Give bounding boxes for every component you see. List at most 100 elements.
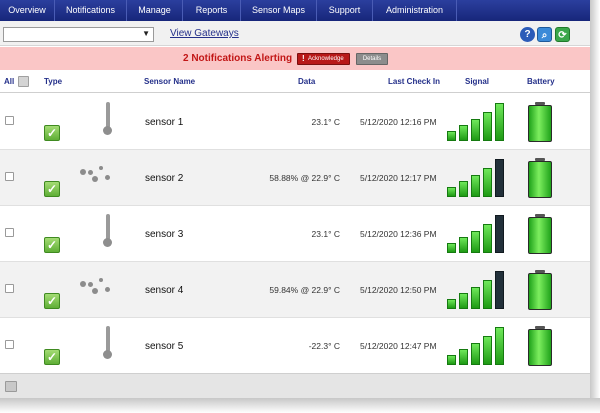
signal-bar bbox=[483, 280, 492, 309]
battery-icon bbox=[528, 158, 552, 198]
sensor-name[interactable]: sensor 4 bbox=[145, 285, 183, 296]
signal-bar bbox=[495, 327, 504, 365]
signal-bar bbox=[459, 349, 468, 365]
page-shadow-right bbox=[590, 0, 600, 413]
signal-bar bbox=[459, 237, 468, 253]
signal-strength-icon bbox=[447, 101, 507, 141]
row-checkbox[interactable] bbox=[5, 116, 14, 125]
row-checkbox[interactable] bbox=[5, 172, 14, 181]
thermometer-icon bbox=[102, 214, 114, 248]
checkmark-icon: ✓ bbox=[44, 125, 60, 141]
sensor-data: 59.84% @ 22.9° C bbox=[269, 285, 340, 295]
last-check-in: 5/12/2020 12:36 PM bbox=[360, 229, 437, 239]
sensor-name[interactable]: sensor 5 bbox=[145, 341, 183, 352]
signal-bar bbox=[483, 168, 492, 197]
signal-bar bbox=[447, 187, 456, 197]
table-header: All Type Sensor Name Data Last Check In … bbox=[0, 71, 590, 93]
help-icon[interactable]: ? bbox=[520, 27, 535, 42]
signal-bar bbox=[471, 231, 480, 253]
alert-bar: 2 Notifications Alerting bbox=[0, 47, 590, 70]
battery-icon bbox=[528, 270, 552, 310]
exclamation-icon: ! bbox=[302, 54, 305, 63]
nav-reports[interactable]: Reports bbox=[183, 0, 241, 21]
signal-strength-icon bbox=[447, 269, 507, 309]
signal-bar bbox=[447, 131, 456, 141]
signal-bar bbox=[447, 243, 456, 253]
sensor-data: 58.88% @ 22.9° C bbox=[269, 173, 340, 183]
signal-strength-icon bbox=[447, 213, 507, 253]
alert-text: 2 Notifications Alerting bbox=[183, 53, 293, 64]
network-select[interactable]: ▼ bbox=[3, 27, 154, 42]
view-gateways-link[interactable]: View Gateways bbox=[170, 28, 239, 39]
sensor-name[interactable]: sensor 2 bbox=[145, 173, 183, 184]
sensor-name[interactable]: sensor 1 bbox=[145, 117, 183, 128]
checkmark-icon: ✓ bbox=[44, 349, 60, 365]
header-sensor-name: Sensor Name bbox=[144, 77, 196, 86]
nav-overview[interactable]: Overview bbox=[0, 0, 55, 21]
table-row[interactable]: ✓ sensor 3 23.1° C 5/12/2020 12:36 PM bbox=[0, 206, 590, 262]
signal-bar bbox=[495, 159, 504, 197]
refresh-icon[interactable]: ⟳ bbox=[555, 27, 570, 42]
row-checkbox[interactable] bbox=[5, 340, 14, 349]
signal-bar bbox=[471, 175, 480, 197]
nav-support[interactable]: Support bbox=[317, 0, 373, 21]
thermometer-icon bbox=[102, 102, 114, 136]
signal-bar bbox=[483, 224, 492, 253]
signal-bar bbox=[447, 299, 456, 309]
signal-bar bbox=[471, 343, 480, 365]
signal-bar bbox=[447, 355, 456, 365]
checkmark-icon: ✓ bbox=[44, 237, 60, 253]
header-last-check-in: Last Check In bbox=[388, 77, 441, 86]
select-all-toggle[interactable] bbox=[18, 76, 29, 87]
signal-bar bbox=[459, 125, 468, 141]
battery-icon bbox=[528, 326, 552, 366]
details-button[interactable]: Details bbox=[356, 53, 388, 65]
header-type: Type bbox=[44, 77, 63, 86]
signal-strength-icon bbox=[447, 157, 507, 197]
row-checkbox[interactable] bbox=[5, 228, 14, 237]
signal-bar bbox=[483, 112, 492, 141]
header-data: Data bbox=[298, 77, 316, 86]
humidity-icon bbox=[78, 165, 118, 190]
checkmark-icon: ✓ bbox=[44, 293, 60, 309]
last-check-in: 5/12/2020 12:16 PM bbox=[360, 117, 437, 127]
row-checkbox[interactable] bbox=[5, 284, 14, 293]
table-row[interactable]: ✓ sensor 1 23.1° C 5/12/2020 12:16 PM bbox=[0, 94, 590, 150]
page-shadow-bottom bbox=[0, 398, 600, 413]
signal-bar bbox=[459, 181, 468, 197]
nav-notifications[interactable]: Notifications bbox=[55, 0, 127, 21]
sensor-data: 23.1° C bbox=[311, 229, 340, 239]
signal-strength-icon bbox=[447, 325, 507, 365]
acknowledge-label: Acknowledge bbox=[308, 56, 344, 62]
table-row[interactable]: ✓ sensor 4 59.84% @ 22.9° C 5/12/2020 12… bbox=[0, 262, 590, 318]
last-check-in: 5/12/2020 12:17 PM bbox=[360, 173, 437, 183]
export-icon[interactable] bbox=[5, 381, 17, 392]
signal-bar bbox=[483, 336, 492, 365]
signal-bar bbox=[495, 271, 504, 309]
battery-icon bbox=[528, 102, 552, 142]
header-signal: Signal bbox=[465, 77, 490, 86]
signal-bar bbox=[459, 293, 468, 309]
sensor-name[interactable]: sensor 3 bbox=[145, 229, 183, 240]
checkmark-icon: ✓ bbox=[44, 181, 60, 197]
last-check-in: 5/12/2020 12:50 PM bbox=[360, 285, 437, 295]
last-check-in: 5/12/2020 12:47 PM bbox=[360, 341, 437, 351]
thermometer-icon bbox=[102, 326, 114, 360]
nav-manage[interactable]: Manage bbox=[127, 0, 183, 21]
humidity-icon bbox=[78, 277, 118, 302]
table-row[interactable]: ✓ sensor 5 -22.3° C 5/12/2020 12:47 PM bbox=[0, 318, 590, 374]
search-icon[interactable]: ⌕ bbox=[537, 27, 552, 42]
signal-bar bbox=[495, 215, 504, 253]
header-all: All bbox=[4, 77, 15, 86]
header-battery: Battery bbox=[527, 77, 555, 86]
nav-administration[interactable]: Administration bbox=[373, 0, 457, 21]
signal-bar bbox=[471, 287, 480, 309]
nav-sensor-maps[interactable]: Sensor Maps bbox=[241, 0, 317, 21]
main-nav: Overview Notifications Manage Reports Se… bbox=[0, 0, 590, 21]
signal-bar bbox=[471, 119, 480, 141]
table-footer bbox=[0, 373, 590, 398]
signal-bar bbox=[495, 103, 504, 141]
table-row[interactable]: ✓ sensor 2 58.88% @ 22.9° C 5/12/2020 12… bbox=[0, 150, 590, 206]
acknowledge-button[interactable]: ! Acknowledge bbox=[297, 53, 350, 65]
sensor-data: -22.3° C bbox=[308, 341, 340, 351]
